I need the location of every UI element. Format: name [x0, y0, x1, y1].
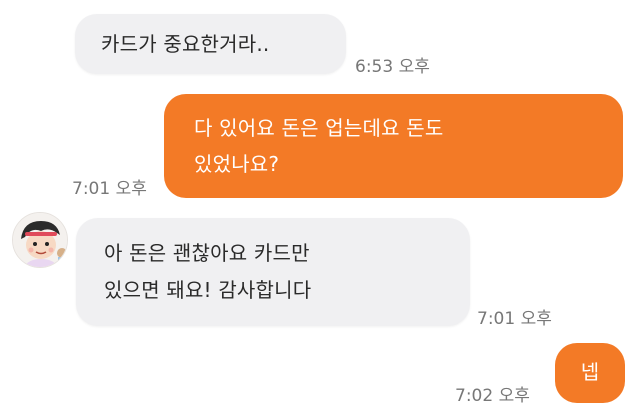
cartoon-character-avatar-icon — [13, 213, 67, 267]
message-bubble-outgoing[interactable]: 다 있어요 돈은 업는데요 돈도 있었나요? — [164, 94, 623, 198]
message-timestamp: 6:53 오후 — [355, 57, 430, 77]
message-bubble-incoming[interactable]: 카드가 중요한거라.. — [75, 14, 346, 74]
message-timestamp: 7:02 오후 — [455, 386, 530, 406]
message-timestamp: 7:01 오후 — [72, 179, 147, 199]
avatar-icon[interactable] — [12, 212, 68, 268]
message-timestamp: 7:01 오후 — [477, 309, 552, 329]
message-bubble-outgoing[interactable]: 넵 — [555, 343, 625, 403]
message-bubble-incoming[interactable]: 아 돈은 괜찮아요 카드만 있으면 돼요! 감사합니다 — [76, 218, 470, 326]
chat-conversation: 카드가 중요한거라.. 6:53 오후 다 있어요 돈은 업는데요 돈도 있었나… — [0, 0, 640, 415]
